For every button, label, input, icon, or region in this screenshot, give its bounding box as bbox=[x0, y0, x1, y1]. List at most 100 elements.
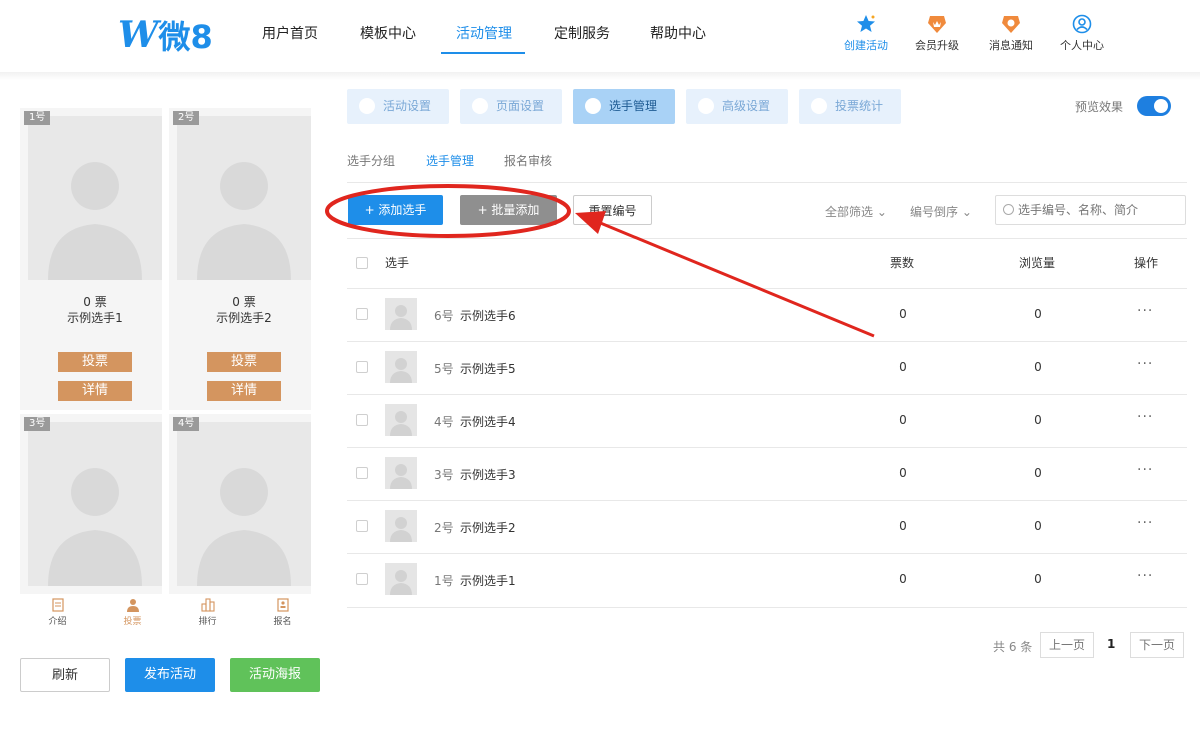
tab-page-settings[interactable]: 页面设置 bbox=[460, 89, 562, 124]
preview-card-4[interactable]: 4号 bbox=[169, 414, 311, 594]
tab-player-management[interactable]: 选手管理 bbox=[573, 89, 675, 124]
column-header-votes[interactable]: 票数 bbox=[890, 254, 914, 271]
avatar-silhouette-icon bbox=[197, 468, 291, 586]
divider bbox=[347, 607, 1187, 608]
player-number: 5号 bbox=[434, 362, 454, 376]
player-votes: 0 票 bbox=[232, 295, 256, 309]
player-photo-placeholder bbox=[28, 116, 162, 280]
add-player-button[interactable]: + 添加选手 bbox=[348, 195, 443, 225]
activity-poster-button[interactable]: 活动海报 bbox=[230, 658, 320, 692]
refresh-button[interactable]: 刷新 bbox=[20, 658, 110, 692]
more-actions-button[interactable]: ··· bbox=[1137, 303, 1153, 319]
tab-activity-settings[interactable]: 活动设置 bbox=[347, 89, 449, 124]
person-icon bbox=[126, 599, 139, 612]
nav-custom-service[interactable]: 定制服务 bbox=[554, 23, 610, 43]
detail-button[interactable]: 详情 bbox=[207, 381, 281, 401]
avatar-silhouette-icon bbox=[48, 468, 142, 586]
player-number: 6号 bbox=[434, 309, 454, 323]
more-actions-button[interactable]: ··· bbox=[1137, 356, 1153, 372]
row-checkbox[interactable] bbox=[356, 520, 368, 532]
logo[interactable]: W 微8 bbox=[118, 12, 213, 58]
more-actions-button[interactable]: ··· bbox=[1137, 409, 1153, 425]
row-checkbox[interactable] bbox=[356, 361, 368, 373]
subtab-player-management[interactable]: 选手管理 bbox=[426, 152, 474, 169]
table-row: 3号 示例选手3 0 0 ··· bbox=[347, 447, 1187, 500]
player-views: 0 bbox=[1034, 519, 1042, 533]
nav-home[interactable]: 用户首页 bbox=[262, 23, 318, 43]
more-actions-button[interactable]: ··· bbox=[1137, 568, 1153, 584]
column-header-views[interactable]: 浏览量 bbox=[1019, 254, 1055, 271]
detail-button[interactable]: 详情 bbox=[58, 381, 132, 401]
player-views: 0 bbox=[1034, 413, 1042, 427]
nav-personal-center[interactable]: 个人中心 bbox=[1052, 14, 1112, 53]
bell-icon bbox=[1002, 16, 1020, 33]
player-name: 示例选手5 bbox=[460, 362, 516, 376]
search-input[interactable] bbox=[995, 195, 1186, 225]
player-views: 0 bbox=[1034, 466, 1042, 480]
filter-all-dropdown[interactable]: 全部筛选 ⌄ bbox=[825, 203, 887, 220]
preview-card-1[interactable]: 1号 0 票 示例选手1 投票 详情 bbox=[20, 108, 162, 410]
publish-activity-button[interactable]: 发布活动 bbox=[125, 658, 215, 692]
row-checkbox[interactable] bbox=[356, 573, 368, 585]
row-checkbox[interactable] bbox=[356, 414, 368, 426]
more-actions-button[interactable]: ··· bbox=[1137, 462, 1153, 478]
player-views: 0 bbox=[1034, 360, 1042, 374]
tab-vote-statistics[interactable]: 投票统计 bbox=[799, 89, 901, 124]
divider bbox=[347, 182, 1187, 183]
ranking-icon bbox=[200, 598, 215, 612]
phone-preview: 1号 0 票 示例选手1 投票 详情 2号 0 票 示例选手2 投票 详情 3号 bbox=[20, 90, 320, 635]
document-icon bbox=[51, 598, 64, 612]
preview-tab-vote[interactable]: 投票 bbox=[95, 595, 170, 635]
subtab-signup-review[interactable]: 报名审核 bbox=[504, 152, 552, 169]
user-icon bbox=[1072, 14, 1092, 34]
player-number: 3号 bbox=[434, 468, 454, 482]
chevron-down-icon: ⌄ bbox=[876, 205, 887, 219]
avatar-silhouette-icon bbox=[197, 162, 291, 280]
player-name: 示例选手2 bbox=[460, 521, 516, 535]
vote-button[interactable]: 投票 bbox=[58, 352, 132, 372]
subtab-player-groups[interactable]: 选手分组 bbox=[347, 152, 395, 169]
nav-templates[interactable]: 模板中心 bbox=[360, 23, 416, 43]
preview-tab-signup[interactable]: 报名 bbox=[245, 595, 320, 635]
more-actions-button[interactable]: ··· bbox=[1137, 515, 1153, 531]
preview-toggle[interactable] bbox=[1137, 96, 1171, 116]
preview-card-3[interactable]: 3号 bbox=[20, 414, 162, 594]
page-icon bbox=[472, 98, 488, 114]
nav-notifications[interactable]: 消息通知 bbox=[981, 14, 1041, 53]
pager-total: 共 6 条 bbox=[993, 640, 1033, 654]
preview-tab-intro[interactable]: 介绍 bbox=[20, 595, 95, 635]
player-number: 1号 bbox=[434, 574, 454, 588]
row-checkbox[interactable] bbox=[356, 308, 368, 320]
player-number-badge: 3号 bbox=[24, 417, 51, 431]
avatar-silhouette-icon bbox=[390, 411, 412, 436]
player-number: 4号 bbox=[434, 415, 454, 429]
table-row: 5号 示例选手5 0 0 ··· bbox=[347, 341, 1187, 394]
table-row: 1号 示例选手1 0 0 ··· bbox=[347, 553, 1187, 606]
nav-member-upgrade[interactable]: 会员升级 bbox=[907, 14, 967, 53]
sort-order-dropdown[interactable]: 编号倒序 ⌄ bbox=[910, 203, 972, 220]
row-checkbox[interactable] bbox=[356, 467, 368, 479]
player-name: 示例选手1 bbox=[460, 574, 516, 588]
search-icon bbox=[1003, 204, 1014, 215]
top-navbar: W 微8 用户首页 模板中心 活动管理 定制服务 帮助中心 创建活动 会员升级 … bbox=[0, 0, 1200, 72]
reset-numbering-button[interactable]: 重置编号 bbox=[573, 195, 652, 225]
player-votes: 0 bbox=[899, 519, 907, 533]
advanced-icon bbox=[698, 98, 714, 114]
pager-prev-button[interactable]: 上一页 bbox=[1040, 632, 1094, 658]
batch-add-button[interactable]: + 批量添加 bbox=[460, 195, 557, 225]
pager-next-button[interactable]: 下一页 bbox=[1130, 632, 1184, 658]
preview-tab-ranking[interactable]: 排行 bbox=[170, 595, 245, 635]
avatar bbox=[385, 298, 417, 330]
nav-create-activity[interactable]: 创建活动 bbox=[836, 14, 896, 53]
vote-button[interactable]: 投票 bbox=[207, 352, 281, 372]
preview-card-2[interactable]: 2号 0 票 示例选手2 投票 详情 bbox=[169, 108, 311, 410]
nav-activity-management[interactable]: 活动管理 bbox=[456, 23, 512, 43]
nav-active-underline bbox=[441, 52, 525, 54]
tab-advanced-settings[interactable]: 高级设置 bbox=[686, 89, 788, 124]
player-votes: 0 bbox=[899, 307, 907, 321]
player-number-badge: 1号 bbox=[24, 111, 51, 125]
player-photo-placeholder bbox=[28, 422, 162, 586]
pager-current-page[interactable]: 1 bbox=[1107, 637, 1115, 651]
nav-help-center[interactable]: 帮助中心 bbox=[650, 23, 706, 43]
select-all-checkbox[interactable] bbox=[356, 257, 368, 269]
